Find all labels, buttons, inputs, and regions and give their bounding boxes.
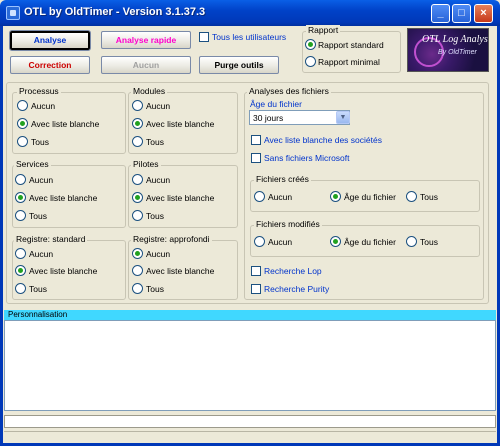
registre-approfondi-tous-radio[interactable]: [132, 283, 143, 294]
processus-tous-radio[interactable]: [17, 136, 28, 147]
maximize-icon[interactable]: □: [452, 4, 471, 23]
services-liste-blanche-radio[interactable]: [15, 192, 26, 203]
close-icon[interactable]: ×: [474, 4, 493, 23]
modifies-age-label: Âge du fichier: [344, 237, 396, 247]
registre-standard-tous-label: Tous: [29, 284, 47, 294]
tous-utilisateurs-label: Tous les utilisateurs: [212, 32, 287, 42]
window-title: OTL by OldTimer - Version 3.1.37.3: [24, 6, 206, 18]
registre-standard-liste-blanche-radio[interactable]: [15, 265, 26, 276]
registre-approfondi-tous-label: Tous: [146, 284, 164, 294]
rapport-standard-radio[interactable]: [305, 39, 316, 50]
age-fichier-select[interactable]: 30 jours ▼: [249, 110, 350, 125]
pilotes-aucun-radio[interactable]: [132, 174, 143, 185]
personnalisation-textarea[interactable]: [4, 320, 496, 411]
personnalisation-label: Personnalisation: [8, 310, 68, 319]
crees-age-label: Âge du fichier: [344, 192, 396, 202]
fichiers-crees-legend: Fichiers créés: [254, 174, 311, 184]
processus-aucun-label: Aucun: [31, 101, 56, 111]
pilotes-legend: Pilotes: [131, 159, 161, 169]
crees-age-radio[interactable]: [330, 191, 341, 202]
registre-approfondi-liste-blanche-label: Avec liste blanche: [146, 266, 215, 276]
services-legend: Services: [14, 159, 51, 169]
crees-aucun-radio[interactable]: [254, 191, 265, 202]
logo-subtitle: By OldTimer: [438, 49, 477, 56]
sans-microsoft-label: Sans fichiers Microsoft: [264, 153, 350, 163]
modules-liste-blanche-label: Avec liste blanche: [146, 119, 215, 129]
otl-logo: OTL Log Analysis By OldTimer: [407, 28, 489, 72]
status-bar: [4, 415, 496, 428]
rapport-standard-label: Rapport standard: [318, 40, 384, 50]
crees-aucun-label: Aucun: [268, 192, 293, 202]
recherche-purity-checkbox[interactable]: [251, 284, 261, 294]
bottom-strip: [4, 431, 496, 441]
services-aucun-label: Aucun: [29, 175, 54, 185]
services-tous-label: Tous: [29, 211, 47, 221]
analyse-button[interactable]: Analyse: [9, 30, 91, 51]
crees-tous-label: Tous: [420, 192, 438, 202]
personnalisation-header: [4, 310, 496, 320]
rapport-minimal-radio[interactable]: [305, 56, 316, 67]
modules-tous-radio[interactable]: [132, 136, 143, 147]
liste-blanche-societes-checkbox[interactable]: [251, 135, 261, 145]
registre-approfondi-aucun-label: Aucun: [146, 249, 171, 259]
pilotes-tous-radio[interactable]: [132, 210, 143, 221]
modifies-tous-radio[interactable]: [406, 236, 417, 247]
crees-tous-radio[interactable]: [406, 191, 417, 202]
liste-blanche-societes-label: Avec liste blanche des sociétés: [264, 135, 382, 145]
registre-approfondi-legend: Registre: approfondi: [131, 234, 212, 244]
registre-standard-liste-blanche-label: Avec liste blanche: [29, 266, 98, 276]
services-liste-blanche-label: Avec liste blanche: [29, 193, 98, 203]
rapport-legend: Rapport: [306, 25, 341, 35]
modules-tous-label: Tous: [146, 137, 164, 147]
recherche-purity-label: Recherche Purity: [264, 284, 330, 294]
registre-approfondi-aucun-radio[interactable]: [132, 248, 143, 259]
registre-standard-tous-radio[interactable]: [15, 283, 26, 294]
pilotes-tous-label: Tous: [146, 211, 164, 221]
age-fichier-value: 30 jours: [253, 113, 284, 123]
aucun-button[interactable]: Aucun: [101, 56, 191, 74]
rapport-minimal-label: Rapport minimal: [318, 57, 380, 67]
analyses-fichiers-legend: Analyses des fichiers: [247, 86, 331, 96]
recherche-lop-checkbox[interactable]: [251, 266, 261, 276]
recherche-lop-label: Recherche Lop: [264, 266, 322, 276]
correction-button[interactable]: Correction: [10, 56, 90, 74]
modifies-aucun-radio[interactable]: [254, 236, 265, 247]
pilotes-liste-blanche-label: Avec liste blanche: [146, 193, 215, 203]
purge-outils-button[interactable]: Purge outils: [199, 56, 279, 74]
logo-title: OTL Log Analysis: [422, 34, 489, 45]
pilotes-liste-blanche-radio[interactable]: [132, 192, 143, 203]
minimize-icon[interactable]: _: [431, 4, 450, 23]
processus-liste-blanche-radio[interactable]: [17, 118, 28, 129]
services-tous-radio[interactable]: [15, 210, 26, 221]
modifies-aucun-label: Aucun: [268, 237, 293, 247]
modifies-tous-label: Tous: [420, 237, 438, 247]
registre-standard-legend: Registre: standard: [14, 234, 88, 244]
pilotes-aucun-label: Aucun: [146, 175, 171, 185]
services-aucun-radio[interactable]: [15, 174, 26, 185]
modules-aucun-label: Aucun: [146, 101, 171, 111]
analyse-rapide-button[interactable]: Analyse rapide: [101, 31, 191, 49]
processus-aucun-radio[interactable]: [17, 100, 28, 111]
tous-utilisateurs-checkbox[interactable]: [199, 32, 209, 42]
processus-liste-blanche-label: Avec liste blanche: [31, 119, 100, 129]
registre-approfondi-liste-blanche-radio[interactable]: [132, 265, 143, 276]
chevron-down-icon[interactable]: ▼: [336, 111, 350, 124]
modules-aucun-radio[interactable]: [132, 100, 143, 111]
modules-legend: Modules: [131, 86, 168, 96]
age-fichier-label: Âge du fichier: [250, 99, 302, 109]
app-icon[interactable]: [6, 6, 20, 20]
modules-liste-blanche-radio[interactable]: [132, 118, 143, 129]
sans-microsoft-checkbox[interactable]: [251, 153, 261, 163]
processus-legend: Processus: [17, 86, 61, 96]
modifies-age-radio[interactable]: [330, 236, 341, 247]
fichiers-modifies-legend: Fichiers modifiés: [254, 219, 322, 229]
registre-standard-aucun-radio[interactable]: [15, 248, 26, 259]
processus-tous-label: Tous: [31, 137, 49, 147]
registre-standard-aucun-label: Aucun: [29, 249, 54, 259]
